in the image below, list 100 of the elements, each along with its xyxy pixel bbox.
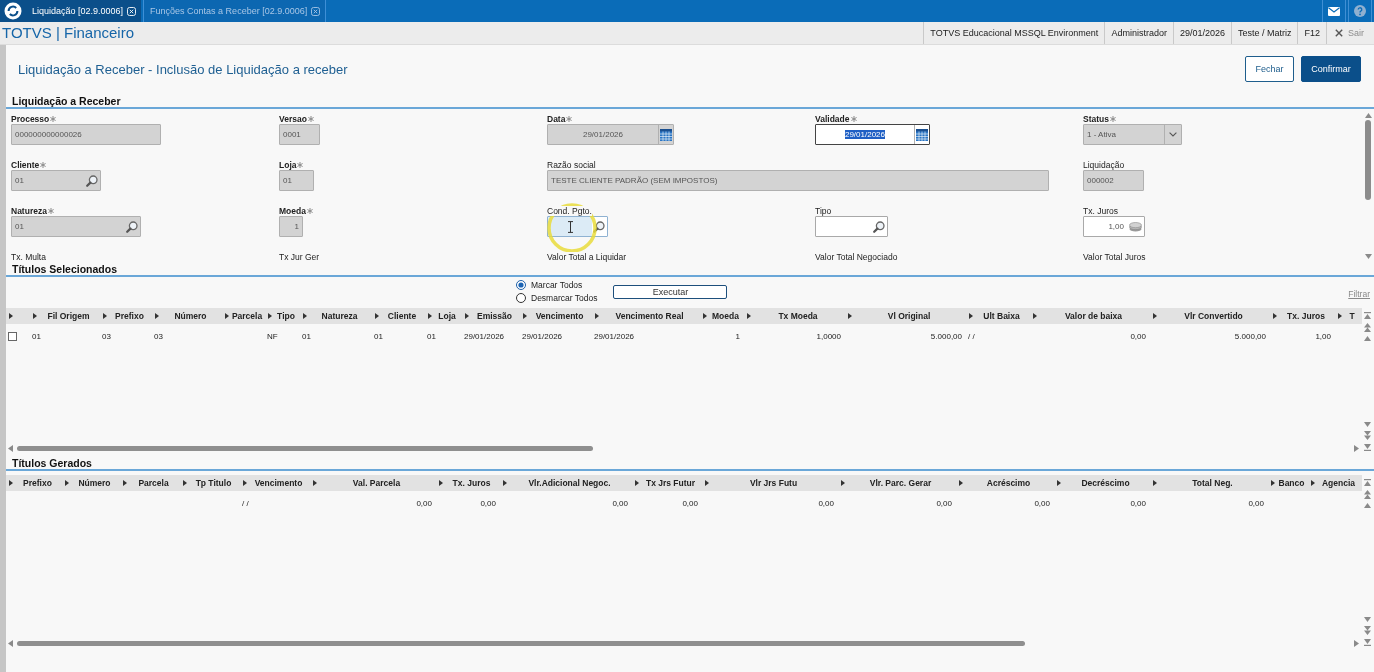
triangle-icon[interactable] bbox=[848, 313, 852, 319]
column-header[interactable]: Vencimento bbox=[253, 478, 304, 488]
logo-icon[interactable] bbox=[0, 0, 26, 22]
column-header[interactable]: Prefixo bbox=[22, 478, 53, 488]
column-header[interactable]: Fil Origem bbox=[46, 311, 91, 321]
column-header[interactable]: Parcela bbox=[137, 478, 170, 488]
triangle-icon[interactable] bbox=[705, 480, 709, 486]
column-header[interactable]: Tp Titulo bbox=[194, 478, 233, 488]
column-header[interactable]: Natureza bbox=[320, 311, 359, 321]
radio-option[interactable]: Marcar Todos bbox=[516, 280, 598, 290]
column-header[interactable]: Vencimento bbox=[534, 311, 585, 321]
scrollbar-thumb[interactable] bbox=[1365, 120, 1371, 200]
scroll-down-icon[interactable] bbox=[1363, 422, 1371, 427]
scroll-top-icon[interactable] bbox=[1363, 479, 1371, 486]
column-header[interactable]: Vencimento Real bbox=[614, 311, 685, 321]
scroll-bottom-icon[interactable] bbox=[1363, 444, 1371, 451]
column-header[interactable]: Tx. Juros bbox=[451, 478, 492, 488]
column-header[interactable]: Parcela bbox=[230, 311, 264, 321]
triangle-icon[interactable] bbox=[243, 480, 247, 486]
secondary-button[interactable]: Fechar bbox=[1245, 56, 1294, 82]
column-header[interactable]: Número bbox=[173, 311, 208, 321]
radio-icon[interactable] bbox=[516, 293, 526, 303]
triangle-icon[interactable] bbox=[313, 480, 317, 486]
column-header[interactable]: Tx Moeda bbox=[777, 311, 819, 321]
column-header[interactable]: Tipo bbox=[276, 311, 296, 321]
triangle-icon[interactable] bbox=[523, 313, 527, 319]
triangle-icon[interactable] bbox=[268, 313, 272, 319]
column-header[interactable]: Vlr Convertido bbox=[1183, 311, 1244, 321]
triangle-icon[interactable] bbox=[1271, 480, 1275, 486]
column-header[interactable]: Decréscimo bbox=[1080, 478, 1131, 488]
scroll-left-icon[interactable] bbox=[8, 445, 13, 452]
triangle-icon[interactable] bbox=[969, 313, 973, 319]
column-header[interactable]: Prefixo bbox=[114, 311, 145, 321]
date-field[interactable]: 29/01/2026 bbox=[815, 124, 930, 145]
column-header[interactable]: Agencia bbox=[1320, 478, 1357, 488]
column-header[interactable]: Vlr Jrs Futu bbox=[748, 478, 799, 488]
triangle-icon[interactable] bbox=[841, 480, 845, 486]
triangle-icon[interactable] bbox=[439, 480, 443, 486]
calendar-icon[interactable] bbox=[916, 128, 928, 141]
radio-icon[interactable] bbox=[516, 280, 526, 290]
scroll-right-icon[interactable] bbox=[1354, 445, 1359, 452]
scroll-up-icon[interactable] bbox=[1363, 336, 1371, 341]
checkbox[interactable] bbox=[8, 331, 17, 341]
scroll-down-icon[interactable] bbox=[1363, 617, 1371, 622]
tab[interactable]: Funções Contas a Receber [02.9.0006] bbox=[143, 0, 327, 22]
scroll-down-icon[interactable] bbox=[1364, 254, 1372, 259]
triangle-icon[interactable] bbox=[703, 313, 707, 319]
triangle-icon[interactable] bbox=[747, 313, 751, 319]
scroll-top-icon[interactable] bbox=[1363, 312, 1371, 319]
column-header[interactable]: Moeda bbox=[711, 311, 740, 321]
triangle-icon[interactable] bbox=[1153, 313, 1157, 319]
column-header[interactable]: Ult Baixa bbox=[982, 311, 1021, 321]
triangle-icon[interactable] bbox=[1273, 313, 1277, 319]
triangle-icon[interactable] bbox=[959, 480, 963, 486]
triangle-icon[interactable] bbox=[503, 480, 507, 486]
column-header[interactable]: Total Neg. bbox=[1191, 478, 1234, 488]
scrollbar-thumb[interactable] bbox=[17, 641, 1025, 646]
tab[interactable]: Liquidação [02.9.0006] bbox=[26, 0, 142, 22]
column-header[interactable]: Valor de baixa bbox=[1063, 311, 1124, 321]
triangle-icon[interactable] bbox=[375, 313, 379, 319]
triangle-icon[interactable] bbox=[1153, 480, 1157, 486]
column-header[interactable]: Acréscimo bbox=[985, 478, 1032, 488]
scroll-left-icon[interactable] bbox=[8, 640, 13, 647]
triangle-icon[interactable] bbox=[635, 480, 639, 486]
triangle-icon[interactable] bbox=[465, 313, 469, 319]
column-header[interactable]: Vl Original bbox=[886, 311, 932, 321]
column-header[interactable]: Loja bbox=[437, 311, 457, 321]
triangle-icon[interactable] bbox=[183, 480, 187, 486]
triangle-icon[interactable] bbox=[303, 313, 307, 319]
triangle-icon[interactable] bbox=[33, 313, 37, 319]
column-header[interactable]: Emissão bbox=[476, 311, 513, 321]
column-header[interactable]: Tx. Juros bbox=[1286, 311, 1326, 321]
column-header[interactable]: Vlr.Adicional Negoc. bbox=[527, 478, 612, 488]
column-header[interactable]: Banco bbox=[1277, 478, 1306, 488]
triangle-icon[interactable] bbox=[1311, 480, 1315, 486]
column-header[interactable]: Val. Parcela bbox=[351, 478, 402, 488]
triangle-icon[interactable] bbox=[428, 313, 432, 319]
column-header[interactable]: T bbox=[1348, 311, 1356, 321]
scrollbar-thumb[interactable] bbox=[17, 446, 593, 451]
triangle-icon[interactable] bbox=[65, 480, 69, 486]
scroll-right-icon[interactable] bbox=[1354, 640, 1359, 647]
column-header[interactable]: Tx Jrs Futur bbox=[644, 478, 697, 488]
lookup-field[interactable] bbox=[815, 216, 888, 237]
triangle-icon[interactable] bbox=[9, 313, 13, 319]
close-icon[interactable] bbox=[311, 6, 321, 16]
triangle-icon[interactable] bbox=[123, 480, 127, 486]
radio-option[interactable]: Desmarcar Todos bbox=[516, 293, 598, 303]
triangle-icon[interactable] bbox=[9, 480, 13, 486]
triangle-icon[interactable] bbox=[1033, 313, 1037, 319]
triangle-icon[interactable] bbox=[225, 313, 229, 319]
coins-icon[interactable] bbox=[1129, 221, 1142, 232]
triangle-icon[interactable] bbox=[595, 313, 599, 319]
column-header[interactable]: Vlr. Parc. Gerar bbox=[868, 478, 933, 488]
execute-button[interactable]: Executar bbox=[613, 284, 728, 299]
triangle-icon[interactable] bbox=[155, 313, 159, 319]
triangle-icon[interactable] bbox=[1338, 313, 1342, 319]
column-header[interactable]: Número bbox=[77, 478, 112, 488]
scroll-up-icon[interactable] bbox=[1364, 113, 1372, 118]
scroll-bottom-icon[interactable] bbox=[1363, 639, 1371, 646]
number-field[interactable]: 1,00 bbox=[1083, 216, 1145, 237]
